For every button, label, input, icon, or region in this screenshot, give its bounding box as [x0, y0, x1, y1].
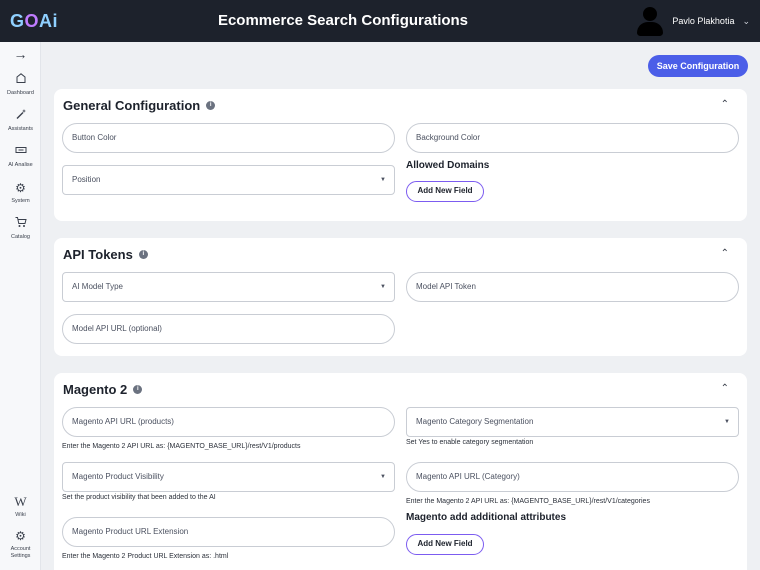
allowed-domains-label: Allowed Domains: [406, 160, 490, 171]
analysis-icon: [0, 144, 41, 160]
sidebar-item-label: Account Settings: [10, 546, 31, 559]
wikipedia-icon: W: [14, 494, 27, 509]
chevron-up-icon[interactable]: ⌃: [721, 383, 729, 394]
magic-wand-icon: [0, 108, 41, 124]
background-color-field[interactable]: Background Color: [406, 123, 739, 153]
magento-card: Magento 2i ⌃ Magento API URL (products) …: [54, 373, 747, 570]
helper-text: Set Yes to enable category segmentation: [406, 439, 534, 446]
sidebar: → Dashboard Assistants AI Analise ⚙ Syst…: [0, 42, 41, 570]
dropdown-arrow-icon: ▼: [380, 177, 386, 183]
position-select[interactable]: Position ▼: [62, 165, 395, 195]
magento-api-url-category-field[interactable]: Magento API URL (Category): [406, 462, 739, 492]
sidebar-item-label: System: [11, 198, 30, 204]
chevron-down-icon[interactable]: ⌄: [742, 16, 750, 27]
button-color-field[interactable]: Button Color: [62, 123, 395, 153]
sidebar-item-label: Wiki: [15, 512, 26, 518]
sidebar-item-ai-analise[interactable]: AI Analise: [0, 144, 41, 169]
api-tokens-card: API Tokens i ⌃ AI Model Type ▼ Model API …: [54, 238, 747, 356]
cart-icon: [0, 216, 41, 232]
sidebar-item-account-settings[interactable]: ⚙ Account Settings: [0, 528, 41, 560]
sidebar-toggle[interactable]: →: [0, 46, 41, 62]
additional-attributes-label: Magento add additional attributes: [406, 512, 567, 523]
sidebar-item-label: AI Analise: [8, 162, 33, 168]
info-icon[interactable]: i: [133, 385, 143, 395]
sidebar-item-assistants[interactable]: Assistants: [0, 108, 41, 133]
page-title: Ecommerce Search Configurations: [217, 12, 469, 29]
add-domain-button[interactable]: Add New Field: [406, 181, 484, 202]
info-icon[interactable]: i: [206, 101, 216, 111]
product-visibility-select[interactable]: Magento Product Visibility ▼: [62, 462, 395, 492]
helper-text: Set the product visibility that been add…: [62, 494, 216, 501]
general-configuration-card: General Configuration i ⌃ Button Color Ba…: [54, 89, 747, 221]
sidebar-item-dashboard[interactable]: Dashboard: [0, 72, 41, 97]
user-menu[interactable]: Pavlo Plakhotia ⌄: [636, 6, 750, 36]
sidebar-item-system[interactable]: ⚙ System: [0, 180, 41, 205]
model-api-token-field[interactable]: Model API Token: [406, 272, 739, 302]
section-title: Magento 2i: [63, 382, 143, 397]
dropdown-arrow-icon: ▼: [380, 474, 386, 480]
section-title: General Configuration i: [63, 98, 216, 113]
magento-api-url-products-field[interactable]: Magento API URL (products): [62, 407, 395, 437]
sidebar-item-label: Catalog: [11, 234, 30, 240]
helper-text: Enter the Magento 2 API URL as: {MAGENTO…: [406, 498, 650, 505]
product-url-extension-field[interactable]: Magento Product URL Extension: [62, 517, 395, 547]
product-visibility-label: Magento Product Visibility: [72, 472, 164, 481]
sidebar-item-wiki[interactable]: W Wiki: [0, 494, 41, 519]
info-icon[interactable]: i: [138, 250, 148, 260]
top-bar: GOAi Ecommerce Search Configurations Pav…: [0, 0, 760, 42]
helper-text: Enter the Magento 2 API URL as: {MAGENTO…: [62, 443, 301, 450]
gears-icon: ⚙: [15, 181, 26, 195]
add-attribute-button[interactable]: Add New Field: [406, 534, 484, 555]
sidebar-item-catalog[interactable]: Catalog: [0, 216, 41, 241]
dropdown-arrow-icon: ▼: [724, 419, 730, 425]
category-segmentation-label: Magento Category Segmentation: [416, 417, 534, 426]
chevron-up-icon[interactable]: ⌃: [721, 99, 729, 110]
avatar: [636, 6, 664, 36]
category-segmentation-select[interactable]: Magento Category Segmentation ▼: [406, 407, 739, 437]
sidebar-item-label: Dashboard: [7, 90, 34, 96]
arrow-right-icon[interactable]: →: [0, 46, 41, 62]
sidebar-item-label: Assistants: [7, 126, 34, 132]
helper-text: Enter the Magento 2 Product URL Extensio…: [62, 553, 229, 560]
chevron-up-icon[interactable]: ⌃: [721, 248, 729, 259]
settings-icon: ⚙: [15, 529, 26, 543]
ai-model-type-select[interactable]: AI Model Type ▼: [62, 272, 395, 302]
section-title: API Tokens i: [63, 247, 148, 262]
save-configuration-button[interactable]: Save Configuration: [648, 55, 748, 77]
model-api-url-field[interactable]: Model API URL (optional): [62, 314, 395, 344]
user-name: Pavlo Plakhotia: [672, 16, 735, 26]
position-label: Position: [72, 175, 101, 184]
home-icon: [0, 72, 41, 88]
dropdown-arrow-icon: ▼: [380, 284, 386, 290]
ai-model-type-label: AI Model Type: [72, 282, 123, 291]
